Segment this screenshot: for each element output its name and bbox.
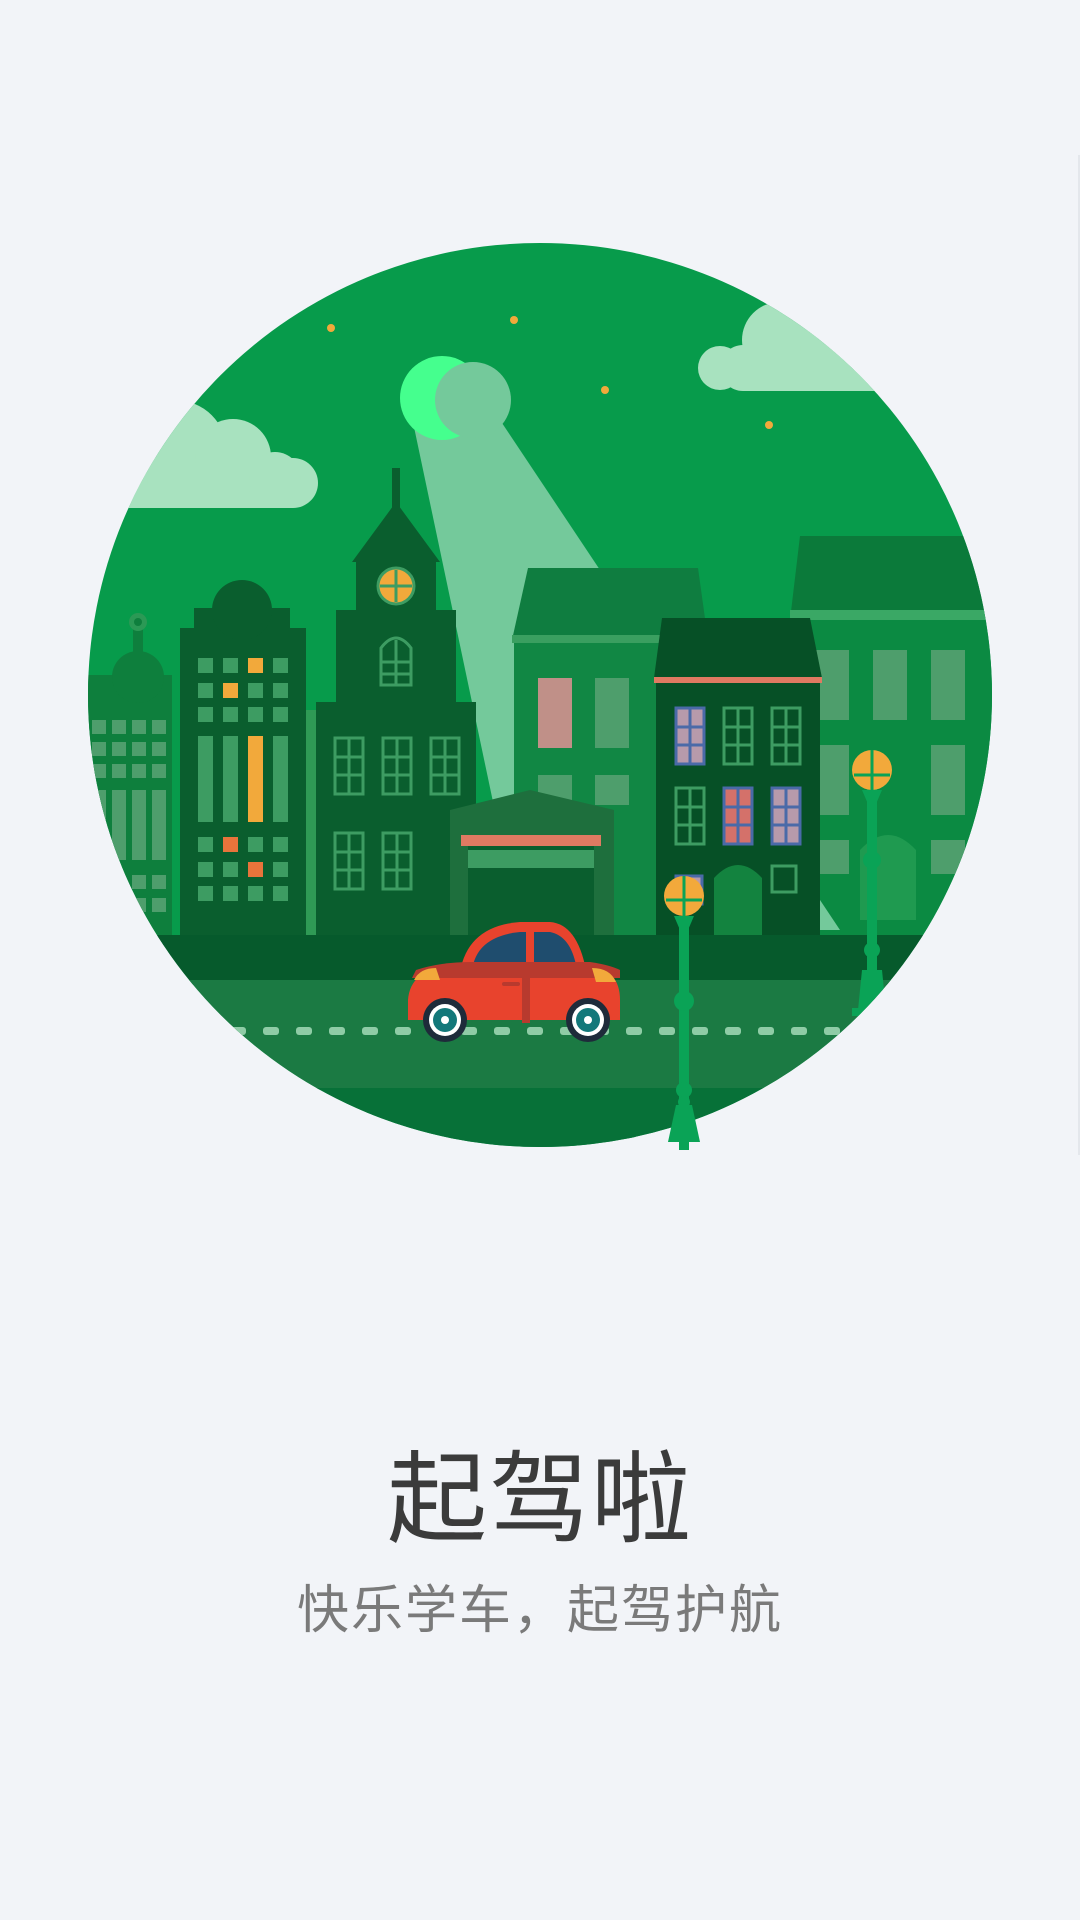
- building-back-right: [790, 536, 992, 940]
- moon-icon: [400, 356, 511, 440]
- clock-icon: [376, 566, 416, 606]
- splash-screen: 起驾啦 快乐学车，起驾护航: [0, 0, 1080, 1920]
- garage: [450, 790, 614, 940]
- star: [327, 324, 335, 332]
- star: [601, 386, 609, 394]
- lower-ground: [88, 1088, 992, 1147]
- wheel-icon: [423, 998, 467, 1042]
- app-slogan: 快乐学车，起驾护航: [296, 1581, 783, 1641]
- star: [765, 421, 773, 429]
- building-left-tall: [180, 580, 316, 950]
- city-night-car-illustration: [80, 230, 1000, 1160]
- illustration-svg: [88, 243, 992, 1150]
- wheel-icon: [566, 998, 610, 1042]
- star: [510, 316, 518, 324]
- app-title: 起驾啦: [387, 1441, 693, 1558]
